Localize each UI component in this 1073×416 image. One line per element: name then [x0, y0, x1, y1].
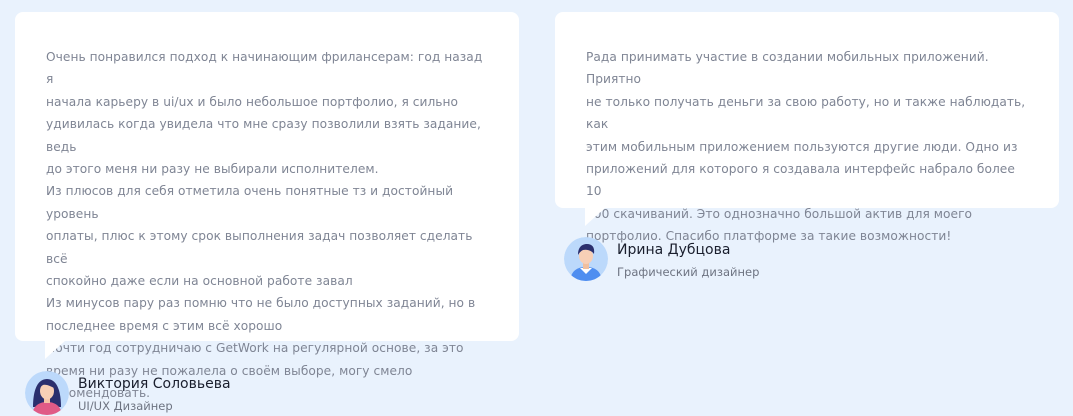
review-line: этим мобильным приложением пользуются др…	[586, 139, 1018, 154]
author-name: Ирина Дубцова	[617, 241, 731, 258]
review-line: Из плюсов для себя отметила очень понятн…	[46, 184, 454, 221]
review-line: Из минусов пару раз помню что не было до…	[46, 296, 476, 311]
review-line: Рада принимать участие в создании мобиль…	[586, 50, 989, 87]
review-text: Очень понравился подход к начинающим фри…	[46, 46, 489, 405]
review-line: начала карьеру в ui/ux и было небольшое …	[46, 94, 459, 109]
review-line: до этого меня ни разу не выбирали исполн…	[46, 162, 379, 177]
review-card: Рада принимать участие в создании мобиль…	[555, 12, 1059, 243]
author-role: Графический дизайнер	[617, 264, 760, 279]
review-author: Ирина Дубцова Графический дизайнер	[564, 237, 759, 281]
author-role: UI/UX Дизайнер	[78, 398, 173, 413]
review-line: спокойно даже если на основной работе за…	[46, 274, 353, 289]
review-line: Очень понравился подход к начинающим фри…	[46, 50, 483, 87]
review-line: оплаты, плюс к этому срок выполнения зад…	[46, 229, 473, 266]
review-line: не только получать деньги за свою работу…	[586, 94, 1026, 132]
woman-avatar-icon	[25, 371, 69, 415]
review-line: Почти год сотрудничаю с GetWork на регул…	[46, 341, 464, 356]
review-line: 000 скачиваний. Это однозначно большой а…	[586, 206, 973, 221]
author-name: Виктория Соловьева	[78, 375, 231, 392]
man-avatar-icon	[564, 237, 608, 281]
review-line: приложений для которого я создавала инте…	[586, 162, 1015, 199]
review-author: Виктория Соловьева UI/UX Дизайнер	[25, 371, 231, 415]
review-line: последнее время с этим всё хорошо	[46, 318, 283, 333]
review-line: удивилась когда увидела что мне сразу по…	[46, 117, 481, 154]
review-card: Очень понравился подход к начинающим фри…	[15, 12, 519, 400]
review-text: Рада принимать участие в создании мобиль…	[586, 46, 1029, 248]
